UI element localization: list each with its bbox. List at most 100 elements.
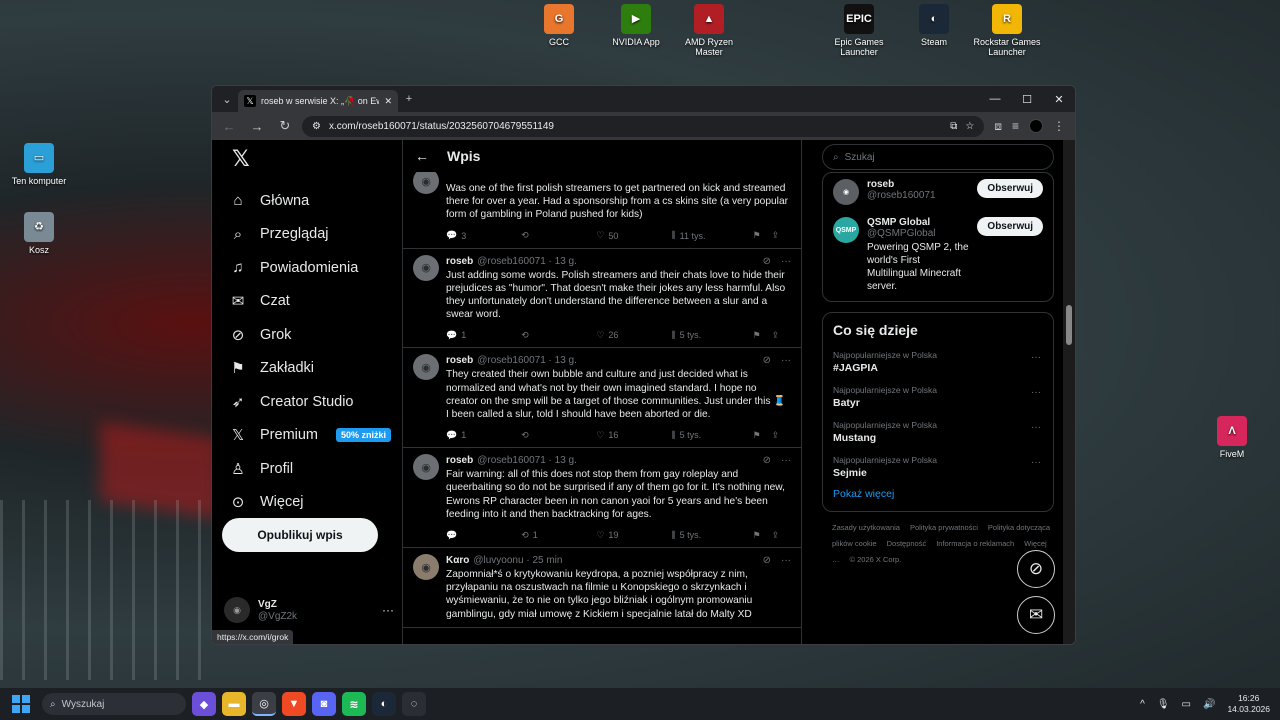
brave-icon[interactable]: ▼	[282, 692, 306, 716]
reply-button[interactable]: 💬 3	[446, 230, 521, 241]
tweet-author-handle[interactable]: @luvyoonu · 25 min	[473, 555, 562, 566]
grok-icon[interactable]: ⊘	[763, 555, 771, 566]
more-icon[interactable]: ···	[781, 256, 791, 267]
chevron-up-icon[interactable]: ^	[1140, 699, 1145, 710]
steam-icon[interactable]: ◐	[372, 692, 396, 716]
bookmark-star-icon[interactable]: ☆	[965, 121, 974, 132]
more-icon[interactable]: ···	[1031, 352, 1041, 363]
network-icon[interactable]: ▭	[1182, 699, 1191, 710]
bookmark-icon[interactable]: ⚑	[752, 530, 771, 541]
search-input[interactable]: ⌕ Szukaj	[822, 144, 1054, 170]
chrome-icon[interactable]: ◎	[252, 692, 276, 716]
more-icon[interactable]: ···	[1031, 387, 1041, 398]
spotify-icon[interactable]: ≋	[342, 692, 366, 716]
like-button[interactable]: ♡ 26	[596, 330, 671, 341]
scrollbar[interactable]	[1063, 140, 1075, 644]
footer-link[interactable]: Polityka prywatności	[910, 523, 978, 532]
minimize-button[interactable]: —	[979, 93, 1011, 106]
copilot-icon[interactable]: ◆	[192, 692, 216, 716]
like-button[interactable]: ♡ 50	[596, 230, 671, 241]
install-app-icon[interactable]: ⧉	[950, 121, 957, 132]
repost-button[interactable]: ⟲	[521, 230, 596, 241]
browser-tab[interactable]: 𝕏 roseb w serwisie X: „🥀 on Ewr ✕	[238, 90, 398, 112]
nav-item-more[interactable]: ⊙ Więcej	[230, 486, 402, 520]
nav-item-x[interactable]: 𝕏 Premium 50% zniżki	[230, 419, 402, 453]
tweet-author-handle[interactable]: @roseb160071 · 13 g.	[477, 355, 577, 366]
share-icon[interactable]: ⇪	[772, 330, 791, 341]
follow-button[interactable]: Obserwuj	[977, 217, 1043, 236]
account-switcher[interactable]: ◉ VgZ @VgZ2k ···	[224, 597, 394, 623]
footer-link[interactable]: Dostępność	[887, 539, 927, 548]
tweet-author-name[interactable]: roseb	[446, 355, 473, 366]
desktop-icon-gcc[interactable]: G GCC	[520, 4, 598, 47]
tweet-author-name[interactable]: roseb	[446, 455, 473, 466]
microphone-icon[interactable]: 🎙	[1157, 699, 1170, 710]
more-icon[interactable]: ···	[382, 603, 394, 617]
reload-button[interactable]: ↻	[274, 118, 296, 134]
windows-start-icon[interactable]	[12, 695, 30, 713]
share-icon[interactable]: ⇪	[772, 530, 791, 541]
menu-icon[interactable]: ⋮	[1053, 119, 1065, 134]
close-window-button[interactable]: ✕	[1043, 93, 1075, 106]
extensions-icon[interactable]: ⧈	[994, 119, 1002, 134]
volume-icon[interactable]: 🔊	[1203, 699, 1215, 710]
maximize-button[interactable]: ☐	[1011, 93, 1043, 106]
close-tab-icon[interactable]: ✕	[384, 96, 392, 107]
reply-button[interactable]: 💬	[446, 530, 521, 541]
share-icon[interactable]: ⇪	[772, 230, 791, 241]
tweet[interactable]: ◉ roseb @roseb160071 · 13 g. ⊘ ··· Just addin…	[403, 249, 801, 349]
nav-item-home[interactable]: ⌂ Główna	[230, 184, 402, 218]
trend-item[interactable]: Najpopularniejsze w Polska Mustang ···	[823, 414, 1053, 449]
desktop-icon-trash[interactable]: ♻ Kosz	[0, 212, 78, 255]
repost-button[interactable]: ⟲	[521, 330, 596, 341]
desktop-icon-steam[interactable]: ◐ Steam	[895, 4, 973, 47]
footer-link[interactable]: Informacja o reklamach	[936, 539, 1014, 548]
views-button[interactable]: ⫼ 11 tys.	[672, 230, 753, 241]
x-logo-icon[interactable]: 𝕏	[230, 146, 402, 172]
trend-item[interactable]: Najpopularniejsze w Polska Batyr ···	[823, 379, 1053, 414]
grok-fab-icon[interactable]: ⊘	[1017, 550, 1055, 588]
avatar[interactable]: ◉	[413, 554, 439, 581]
forward-button[interactable]: →	[246, 119, 268, 134]
views-button[interactable]: ⫼ 5 tys.	[672, 530, 753, 541]
show-more-link[interactable]: Pokaż więcej	[823, 484, 1053, 511]
views-button[interactable]: ⫼ 5 tys.	[672, 330, 753, 341]
file-explorer-icon[interactable]: ▬	[222, 692, 246, 716]
bookmark-icon[interactable]: ⚑	[752, 230, 771, 241]
like-button[interactable]: ♡ 16	[596, 430, 671, 441]
back-arrow-icon[interactable]: ←	[415, 148, 429, 164]
desktop-icon-nvidia-app[interactable]: ▶ NVIDIA App	[597, 4, 675, 47]
media-icon[interactable]: ≡	[1012, 119, 1019, 134]
avatar[interactable]: ◉	[413, 354, 439, 381]
footer-link[interactable]: © 2026 X Corp.	[850, 555, 902, 564]
like-button[interactable]: ♡ 19	[596, 530, 671, 541]
tweet-author-name[interactable]: roseb	[446, 256, 473, 267]
address-bar[interactable]: ⚙ x.com/roseb160071/status/2032560704679…	[302, 115, 985, 137]
trend-item[interactable]: Najpopularniejsze w Polska Sejmie ···	[823, 449, 1053, 484]
more-icon[interactable]: ···	[781, 555, 791, 566]
share-icon[interactable]: ⇪	[772, 430, 791, 441]
nav-item-bookmark[interactable]: ⚑ Zakładki	[230, 352, 402, 386]
post-button[interactable]: Opublikuj wpis	[222, 518, 378, 552]
nav-item-mail[interactable]: ✉ Czat	[230, 285, 402, 319]
nav-item-bell[interactable]: ♫ Powiadomienia	[230, 251, 402, 285]
bookmark-icon[interactable]: ⚑	[752, 330, 771, 341]
tweet[interactable]: ◉ roseb @roseb160071 · 13 g. ⊘ ··· They creat…	[403, 348, 801, 449]
reply-button[interactable]: 💬 1	[446, 330, 521, 341]
tweet[interactable]: ◉ roseb @roseb160071 · 13 g. ⊘ ··· Fair warni…	[403, 448, 801, 549]
taskbar-search[interactable]: ⌕ Wyszukaj	[42, 693, 186, 715]
follow-button[interactable]: Obserwuj	[977, 179, 1043, 198]
nav-item-grok[interactable]: ⊘ Grok	[230, 318, 402, 352]
trend-item[interactable]: Najpopularniejsze w Polska #JAGPIA ···	[823, 344, 1053, 379]
more-icon[interactable]: ···	[1031, 422, 1041, 433]
tab-search-button[interactable]: ⌄	[216, 89, 238, 109]
discord-icon[interactable]: ◙	[312, 692, 336, 716]
bookmark-icon[interactable]: ⚑	[752, 430, 771, 441]
avatar[interactable]: ◉	[413, 254, 439, 281]
views-button[interactable]: ⫼ 5 tys.	[672, 430, 753, 441]
reply-button[interactable]: 💬 1	[446, 430, 521, 441]
new-tab-button[interactable]: +	[398, 89, 420, 109]
profile-avatar[interactable]	[1029, 118, 1043, 133]
more-icon[interactable]: ···	[1031, 457, 1041, 468]
desktop-icon-amd-ryzen-master[interactable]: ▲ AMD Ryzen Master	[670, 4, 748, 58]
